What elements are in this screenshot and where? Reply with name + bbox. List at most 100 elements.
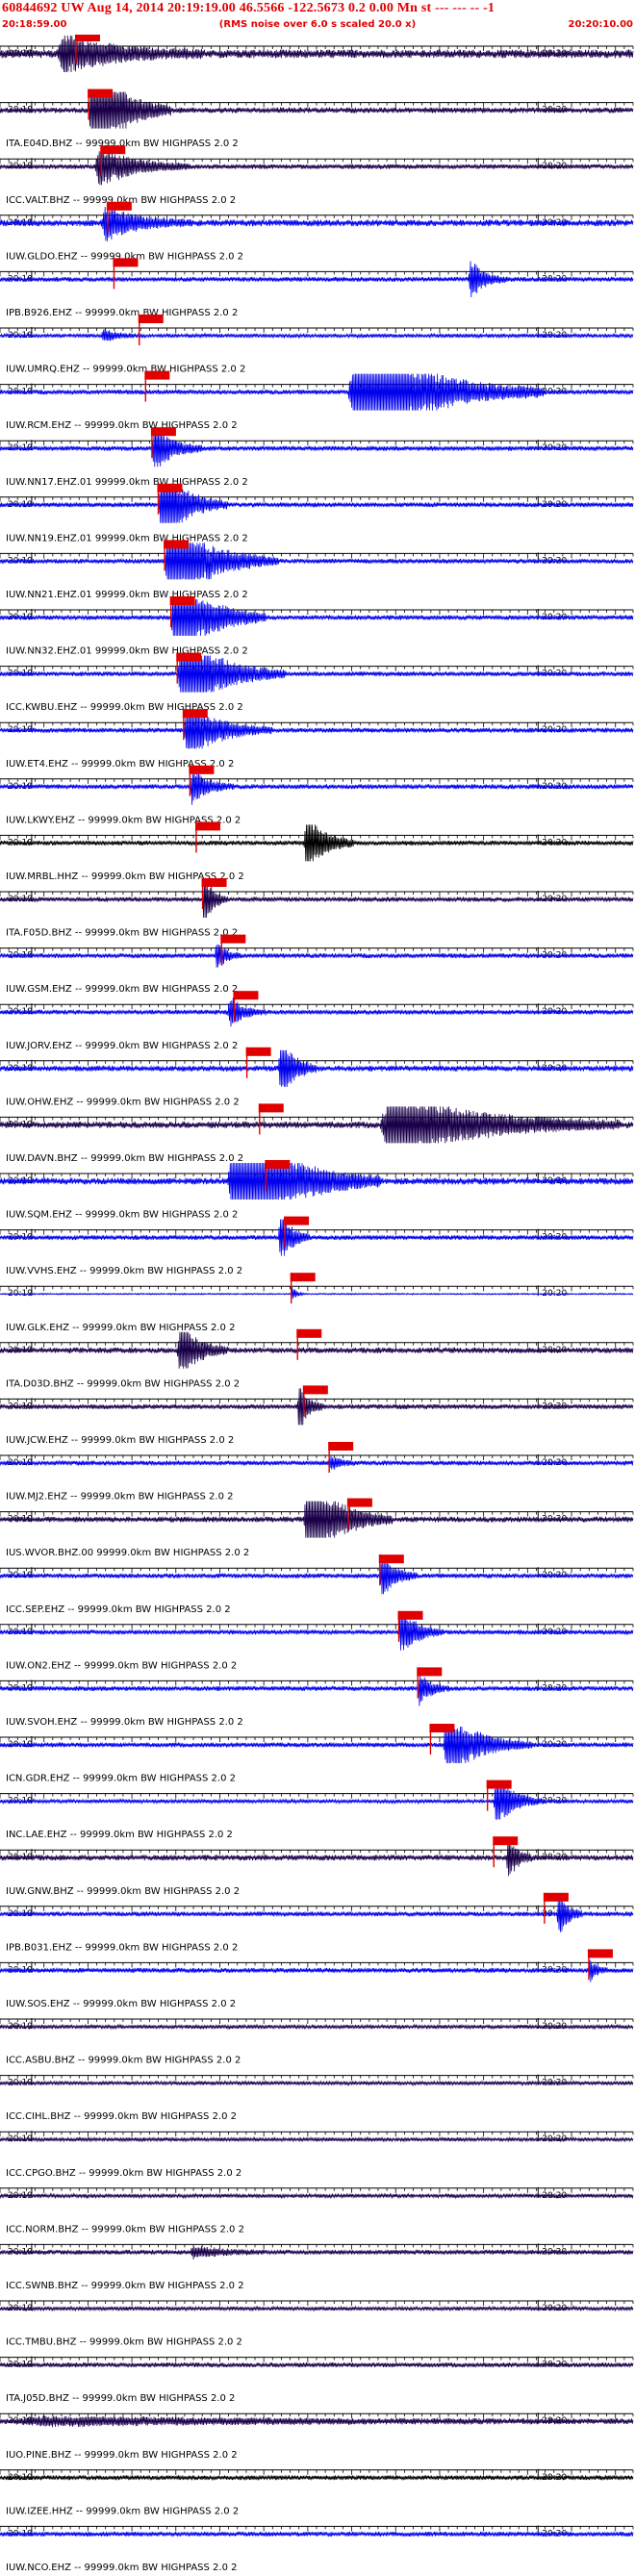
waveform: [0, 998, 634, 1027]
trace-29: 20:19 20:20IUW.SVOH.EHZ -- 99999.0km BW H…: [0, 1667, 634, 1728]
station-label: ICN.GDR.EHZ -- 99999.0km BW HIGHPASS 2.0…: [6, 1774, 236, 1784]
seismogram-plot: 20:19 20:20 20:19 20:20 ITA.E04D.BHZ -- 9999…: [0, 35, 635, 2576]
trace-36: 20:19 20:20ICC.CIHL.BHZ -- 99999.0km BW H…: [0, 2074, 634, 2122]
pick-flag: [587, 1949, 613, 1958]
waveform: [0, 655, 634, 693]
station-label: ICC.ASBU.BHZ -- 99999.0km BW HIGHPASS 2.…: [6, 2056, 241, 2066]
station-label: ICC.SWNB.BHZ -- 99999.0km BW HIGHPASS 2.…: [6, 2281, 244, 2291]
station-label: ICC.CIHL.BHZ -- 99999.0km BW HIGHPASS 2.…: [6, 2111, 237, 2122]
station-label: IPB.B031.EHZ -- 99999.0km BW HIGHPASS 2.…: [6, 1942, 238, 1953]
pick-flag: [245, 1047, 271, 1056]
pick-flag: [138, 315, 164, 323]
trace-44: 20:19 20:20IUW.NCO.EHZ -- 99999.0km BW HI…: [0, 2525, 634, 2573]
pick-flag: [106, 201, 132, 211]
trace-30: 20:19 20:20ICN.GDR.EHZ -- 99999.0km BW HI…: [0, 1724, 634, 1784]
pick-flag: [201, 878, 227, 887]
trace-42: 20:19 20:20IUO.PINE.BHZ -- 99999.0km BW H…: [0, 2412, 634, 2461]
trace-35: 20:19 20:20ICC.ASBU.BHZ -- 99999.0km BW H…: [0, 2018, 634, 2066]
plot-header: 60844692 UW Aug 14, 2014 20:19:19.00 46.…: [0, 0, 635, 35]
trace-15: 20:19 20:20ITA.F05D.BHZ -- 99999.0km BW H…: [0, 878, 634, 939]
trace-24: 20:19 20:20IUW.JCW.EHZ -- 99999.0km BW HI…: [0, 1385, 634, 1446]
pick-flag: [194, 821, 220, 831]
seismogram-svg: 20:19 20:20 20:19 20:20ITA.E04D.BHZ -- 9999…: [0, 35, 634, 2573]
trace-6: 20:19 20:20IUW.RCM.EHZ -- 99999.0km BW HI…: [0, 370, 634, 431]
pick-flag: [220, 934, 246, 944]
pick-flag: [74, 35, 100, 41]
pick-flag: [493, 1836, 519, 1846]
pick-flag: [150, 427, 176, 437]
station-label: IUW.JORV.EHZ -- 99999.0km BW HIGHPASS 2.…: [6, 1041, 238, 1051]
trace-31: 20:19 20:20INC.LAE.EHZ -- 99999.0km BW HI…: [0, 1780, 634, 1840]
trace-9: 20:19 20:20IUW.NN21.EHZ.01 99999.0km BW H…: [0, 540, 634, 600]
station-label: IUW.ON2.EHZ -- 99999.0km BW HIGHPASS 2.0…: [6, 1660, 237, 1671]
station-label: IUW.SOS.EHZ -- 99999.0km BW HIGHPASS 2.0…: [6, 1999, 236, 2009]
station-label: IUW.RCM.EHZ -- 99999.0km BW HIGHPASS 2.0…: [6, 420, 238, 431]
pick-flag: [157, 483, 183, 492]
trace-28: 20:19 20:20IUW.ON2.EHZ -- 99999.0km BW HI…: [0, 1610, 634, 1671]
trace-11: 20:19 20:20ICC.KWBU.EHZ -- 99999.0km BW H…: [0, 652, 634, 713]
trace-13: 20:19 20:20IUW.LKWY.EHZ -- 99999.0km BW H…: [0, 765, 634, 825]
station-label: IUW.GSM.EHZ -- 99999.0km BW HIGHPASS 2.0…: [6, 984, 238, 995]
trace-37: 20:19 20:20ICC.CPGO.BHZ -- 99999.0km BW H…: [0, 2131, 634, 2179]
pick-flag: [397, 1610, 423, 1620]
station-label: IUW.NCO.EHZ -- 99999.0km BW HIGHPASS 2.0…: [6, 2563, 237, 2573]
station-label: ICC.NORM.BHZ -- 99999.0km BW HIGHPASS 2.…: [6, 2224, 244, 2235]
trace-22: 20:19 20:20IUW.GLK.EHZ -- 99999.0km BW HI…: [0, 1273, 634, 1333]
trace-40: 20:19 20:20ICC.TMBU.BHZ -- 99999.0km BW H…: [0, 2300, 634, 2348]
station-label: IUW.VVHS.EHZ -- 99999.0km BW HIGHPASS 2.…: [6, 1266, 242, 1276]
pick-flag: [176, 652, 202, 662]
trace-41: 20:19 20:20ITA.J05D.BHZ -- 99999.0km BW H…: [0, 2356, 634, 2404]
waveform: [0, 543, 634, 580]
station-label: IUW.NN17.EHZ.01 99999.0km BW HIGHPASS 2.…: [6, 477, 248, 488]
trace-43: 20:19 20:20IUW.IZEE.HHZ -- 99999.0km BW H…: [0, 2468, 634, 2516]
trace-10: 20:19 20:20IUW.NN32.EHZ.01 99999.0km BW H…: [0, 596, 634, 657]
pick-flag: [100, 145, 126, 155]
station-label: ITA.D03D.BHZ -- 99999.0km BW HIGHPASS 2.…: [6, 1378, 240, 1389]
waveform: [0, 1782, 634, 1820]
station-label: IUW.GNW.BHZ -- 99999.0km BW HIGHPASS 2.0…: [6, 1886, 240, 1897]
pick-flag: [378, 1554, 404, 1564]
waveform: [0, 1106, 634, 1144]
pick-flag: [265, 1160, 291, 1169]
pick-flag: [88, 88, 114, 98]
station-label: ICC.SEP.EHZ -- 99999.0km BW HIGHPASS 2.0…: [6, 1604, 231, 1615]
waveform: [0, 1726, 634, 1764]
station-label: IUW.DAVN.BHZ -- 99999.0km BW HIGHPASS 2.…: [6, 1153, 243, 1164]
station-label: IUW.NN21.EHZ.01 99999.0km BW HIGHPASS 2.…: [6, 590, 248, 600]
waveform: [0, 1049, 634, 1087]
waveform: [0, 373, 634, 411]
waveform: [0, 261, 634, 298]
trace-1: 20:19 20:20ITA.E04D.BHZ -- 99999.0km BW H…: [0, 88, 634, 149]
trace-16: 20:19 20:20IUW.GSM.EHZ -- 99999.0km BW HI…: [0, 934, 634, 995]
pick-flag: [189, 765, 215, 774]
station-label: ICC.CPGO.BHZ -- 99999.0km BW HIGHPASS 2.…: [6, 2168, 241, 2179]
pick-flag: [290, 1273, 316, 1282]
pick-flag: [346, 1498, 372, 1507]
station-label: IUW.JCW.EHZ -- 99999.0km BW HIGHPASS 2.0…: [6, 1435, 234, 1446]
trace-26: 20:19 20:20IUS.WVOR.BHZ.00 99999.0km BW H…: [0, 1498, 634, 1558]
pick-flag: [258, 1103, 284, 1113]
station-label: INC.LAE.EHZ -- 99999.0km BW HIGHPASS 2.0…: [6, 1830, 233, 1840]
pick-flag: [543, 1892, 569, 1902]
pick-flag: [429, 1724, 455, 1732]
trace-5: 20:19 20:20IUW.UMRQ.EHZ -- 99999.0km BW H…: [0, 315, 634, 375]
waveform: [0, 598, 634, 637]
station-label: IUW.MJ2.EHZ -- 99999.0km BW HIGHPASS 2.0…: [6, 1492, 234, 1503]
station-label: IUW.OHW.EHZ -- 99999.0km BW HIGHPASS 2.0…: [6, 1097, 240, 1107]
rms-subtitle: (RMS noise over 6.0 s scaled 20.0 x): [218, 19, 417, 30]
station-label: IUW.SQM.EHZ -- 99999.0km BW HIGHPASS 2.0…: [6, 1210, 238, 1221]
station-label: ITA.F05D.BHZ -- 99999.0km BW HIGHPASS 2.…: [6, 928, 238, 939]
station-label: IUW.NN32.EHZ.01 99999.0km BW HIGHPASS 2.…: [6, 646, 248, 657]
trace-32: 20:19 20:20IUW.GNW.BHZ -- 99999.0km BW HI…: [0, 1836, 634, 1897]
trace-0: 20:19 20:20: [0, 35, 634, 73]
waveform: [0, 880, 634, 919]
station-label: IUW.IZEE.HHZ -- 99999.0km BW HIGHPASS 2.…: [6, 2506, 239, 2516]
trace-34: 20:19 20:20IUW.SOS.EHZ -- 99999.0km BW HI…: [0, 1949, 634, 2009]
trace-39: 20:19 20:20ICC.SWNB.BHZ -- 99999.0km BW H…: [0, 2243, 634, 2291]
trace-14: 20:19 20:20IUW.MRBL.HHZ -- 99999.0km BW H…: [0, 821, 634, 882]
pick-flag: [233, 991, 259, 1000]
station-label: IUW.UMRQ.EHZ -- 99999.0km BW HIGHPASS 2.…: [6, 365, 245, 375]
trace-17: 20:19 20:20IUW.JORV.EHZ -- 99999.0km BW H…: [0, 991, 634, 1051]
trace-38: 20:19 20:20ICC.NORM.BHZ -- 99999.0km BW H…: [0, 2186, 634, 2235]
event-title: 60844692 UW Aug 14, 2014 20:19:19.00 46.…: [2, 1, 495, 15]
